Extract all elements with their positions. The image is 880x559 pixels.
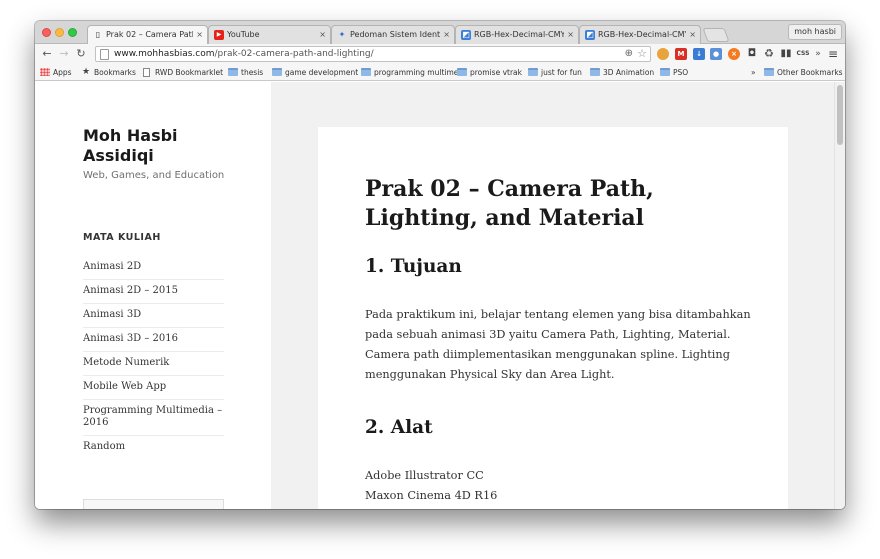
folder-icon <box>528 68 538 76</box>
scrollbar-thumb[interactable] <box>837 85 843 145</box>
apps-icon <box>40 68 50 76</box>
bookmark-other[interactable]: Other Bookmarks <box>764 67 843 78</box>
bookmark-star-icon[interactable]: ☆ <box>637 47 647 61</box>
back-arrow-icon[interactable]: ← <box>40 47 54 61</box>
color-icon: ◩ <box>461 30 471 40</box>
camera-icon[interactable]: ◘ <box>746 48 758 60</box>
menu-item-animasi-3d[interactable]: Animasi 3D <box>83 304 224 328</box>
forward-arrow-icon[interactable]: → <box>57 47 71 61</box>
bookmark-apps[interactable]: Apps <box>40 67 72 78</box>
page-info-icon[interactable] <box>100 49 109 60</box>
article: Prak 02 – Camera Path, Lighting, and Mat… <box>318 127 788 509</box>
folder-icon <box>361 68 371 76</box>
columns-icon[interactable]: ▮▮ <box>780 48 792 60</box>
bookmark-thesis[interactable]: thesis <box>228 67 263 78</box>
zoom-icon[interactable]: ⊕ <box>625 47 633 61</box>
bookmark-programming[interactable]: programming multime <box>361 67 458 78</box>
tab-prak-02[interactable]: ▯ Prak 02 – Camera Path, Lig × <box>87 25 208 44</box>
tab-title: RGB-Hex-Decimal-CMYK C <box>474 30 564 39</box>
menu-item-random[interactable]: Random <box>83 436 224 459</box>
section-body-tujuan: Pada praktikum ini, belajar tentang elem… <box>365 308 751 381</box>
extensions-overflow-icon[interactable]: » <box>811 47 825 61</box>
minimize-window-button[interactable] <box>55 28 64 37</box>
color-icon: ◩ <box>585 30 595 40</box>
close-window-button[interactable] <box>42 28 51 37</box>
menu-item-animasi-3d-2016[interactable]: Animasi 3D – 2016 <box>83 328 224 352</box>
folder-icon <box>590 68 600 76</box>
menu-item-programming-multimedia[interactable]: Programming Multimedia – 2016 <box>83 400 224 436</box>
tab-title: RGB-Hex-Decimal-CMYK C <box>598 30 686 39</box>
folder-icon <box>764 68 774 76</box>
folder-icon <box>457 68 467 76</box>
folder-icon <box>272 68 282 76</box>
site-title[interactable]: Moh Hasbi Assidiqi <box>83 126 243 166</box>
menu-icon[interactable]: ≡ <box>826 47 840 61</box>
browser-window: ▯ Prak 02 – Camera Path, Lig × ▶ YouTube… <box>35 21 845 509</box>
cookie-icon[interactable] <box>657 48 669 60</box>
page-icon: ▯ <box>95 30 101 39</box>
bookmark-just-for-fun[interactable]: just for fun <box>528 67 582 78</box>
folder-icon <box>228 68 238 76</box>
profile-button[interactable]: moh hasbi <box>788 24 842 40</box>
article-title: Prak 02 – Camera Path, Lighting, and Mat… <box>365 176 654 231</box>
tool-item: Adobe Illustrator CC <box>365 469 484 482</box>
tab-close-icon[interactable]: × <box>319 26 326 43</box>
toolbar: ← → ↻ www.mohhasbias.com/prak-02-camera-… <box>35 44 845 64</box>
tab-rgb-hex-1[interactable]: ◩ RGB-Hex-Decimal-CMYK C × <box>455 25 579 44</box>
youtube-icon: ▶ <box>214 30 224 40</box>
maximize-window-button[interactable] <box>68 28 77 37</box>
user-icon[interactable]: ● <box>710 48 722 60</box>
bookmarks-overflow-icon[interactable]: » <box>751 67 756 78</box>
tab-rgb-hex-2[interactable]: ◩ RGB-Hex-Decimal-CMYK C × <box>579 25 701 44</box>
tab-youtube[interactable]: ▶ YouTube × <box>208 25 331 44</box>
bookmark-promise-vtrak[interactable]: promise vtrak <box>457 67 522 78</box>
search-input[interactable] <box>83 499 224 509</box>
bookmark-rwd[interactable]: RWD Bookmarklet <box>142 67 223 78</box>
section-heading-tujuan: 1. Tujuan <box>365 256 462 277</box>
sidebar: Moh Hasbi Assidiqi Web, Games, and Educa… <box>35 82 271 509</box>
bookmark-game-development[interactable]: game development <box>272 67 358 78</box>
recycle-icon[interactable]: ♻ <box>763 48 775 60</box>
menu-item-mobile-web-app[interactable]: Mobile Web App <box>83 376 224 400</box>
bookmark-3d-animation[interactable]: 3D Animation <box>590 67 654 78</box>
page-viewport: Moh Hasbi Assidiqi Web, Games, and Educa… <box>35 82 845 509</box>
tab-close-icon[interactable]: × <box>567 26 574 43</box>
tab-close-icon[interactable]: × <box>443 26 450 43</box>
folder-icon <box>660 68 670 76</box>
star-icon: ★ <box>81 67 91 77</box>
tab-title: YouTube <box>227 30 260 39</box>
tab-close-icon[interactable]: × <box>689 26 696 43</box>
tab-title: Prak 02 – Camera Path, Lig <box>106 30 193 39</box>
block-icon[interactable]: × <box>728 48 740 60</box>
tab-pedoman[interactable]: ✦ Pedoman Sistem Identitas × <box>331 25 455 44</box>
bookmarks-bar: Apps ★ Bookmarks RWD Bookmarklet thesis g… <box>35 64 845 81</box>
widget-title: MATA KULIAH <box>83 232 161 243</box>
tab-title: Pedoman Sistem Identitas <box>350 30 440 39</box>
document-icon <box>143 68 150 77</box>
tab-close-icon[interactable]: × <box>196 26 203 43</box>
menu-item-metode-numerik[interactable]: Metode Numerik <box>83 352 224 376</box>
page-scrollbar[interactable] <box>834 82 845 509</box>
menu-item-animasi-2d[interactable]: Animasi 2D <box>83 256 224 280</box>
bookmark-pso[interactable]: PSO <box>660 67 688 78</box>
tab-strip: ▯ Prak 02 – Camera Path, Lig × ▶ YouTube… <box>35 21 845 44</box>
site-description: Web, Games, and Education <box>83 170 225 181</box>
reload-icon[interactable]: ↻ <box>74 47 88 61</box>
bookmark-bookmarks[interactable]: ★ Bookmarks <box>81 67 136 78</box>
logo-icon: ✦ <box>338 30 346 39</box>
section-heading-alat: 2. Alat <box>365 417 433 438</box>
gmail-icon[interactable]: M <box>675 48 687 60</box>
address-bar[interactable]: www.mohhasbias.com/prak-02-camera-path-a… <box>95 46 651 62</box>
download-icon[interactable]: ↓ <box>693 48 705 60</box>
menu-item-animasi-2d-2015[interactable]: Animasi 2D – 2015 <box>83 280 224 304</box>
tool-item: Maxon Cinema 4D R16 <box>365 489 498 502</box>
css-icon[interactable]: CSS <box>795 48 811 60</box>
course-menu: Animasi 2D Animasi 2D – 2015 Animasi 3D … <box>83 256 224 459</box>
new-tab-button[interactable] <box>702 28 730 42</box>
url-text[interactable]: www.mohhasbias.com/prak-02-camera-path-a… <box>114 47 374 61</box>
